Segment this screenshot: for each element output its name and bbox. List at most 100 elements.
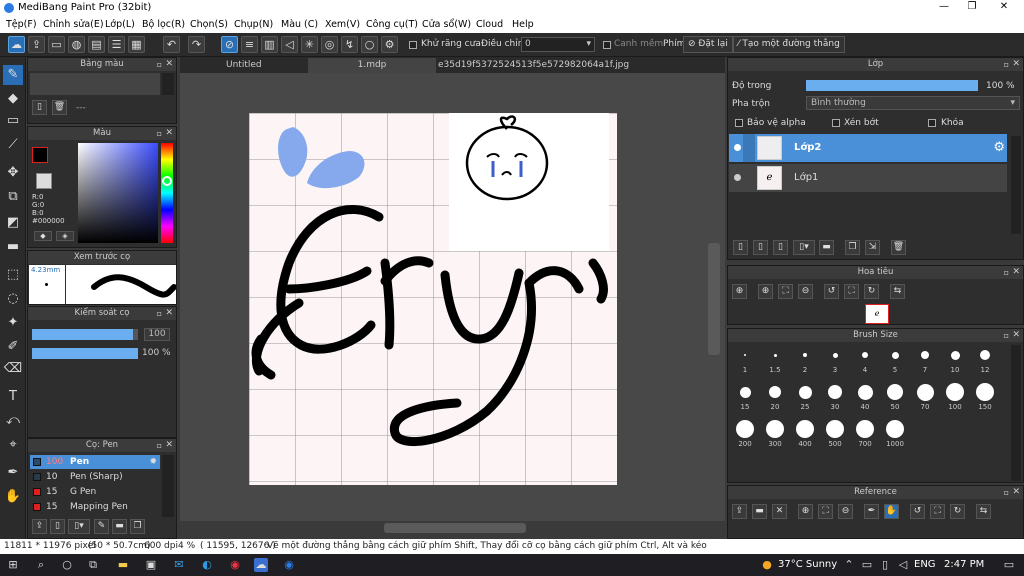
brush-opacity-slider[interactable] <box>32 348 138 359</box>
close-icon[interactable]: ✕ <box>1012 329 1020 342</box>
edge-icon[interactable]: ◐ <box>200 558 214 572</box>
layer-scrollbar[interactable] <box>1011 136 1021 234</box>
grid-snap-icon[interactable]: ▥ <box>261 36 278 53</box>
maximize-button[interactable]: ❐ <box>958 1 986 15</box>
blend-select[interactable]: Bình thường ▾ <box>806 96 1020 110</box>
new-palette-icon[interactable]: ▯ <box>32 100 47 115</box>
clock[interactable]: 2:47 PM <box>944 559 984 570</box>
menu-color[interactable]: Màu (C) <box>281 19 318 30</box>
eyedropper-tool-icon[interactable]: ⌖ <box>3 435 23 455</box>
brush-item-mapping-pen[interactable]: 15 Mapping Pen <box>30 500 160 514</box>
layer-menu-icon[interactable]: ▯▾ <box>793 240 815 255</box>
weather-text[interactable]: 37°C Sunny <box>778 559 837 570</box>
close-button[interactable]: ✕ <box>990 1 1018 15</box>
ref-hand-icon[interactable]: ✋ <box>884 504 899 519</box>
curve-snap-icon[interactable]: ↯ <box>341 36 358 53</box>
protect-alpha-checkbox[interactable] <box>735 119 743 127</box>
perspective-snap-icon[interactable]: ◁ <box>281 36 298 53</box>
delete-palette-icon[interactable]: 🗑 <box>52 100 67 115</box>
pen-tool-icon[interactable]: ✒ <box>3 463 23 483</box>
network-icon[interactable]: ▭ <box>860 558 874 572</box>
swap-color-icon[interactable]: ◆ <box>34 231 52 241</box>
ref-rotate-right-icon[interactable]: ↻ <box>950 504 965 519</box>
brush-item-g-pen[interactable]: 15 G Pen <box>30 485 160 499</box>
merge-layer-icon[interactable]: ⇲ <box>865 240 880 255</box>
eyedropper-small-icon[interactable]: ◈ <box>56 231 74 241</box>
copy-brush-icon[interactable]: ❐ <box>130 519 145 534</box>
visibility-icon[interactable] <box>734 144 741 151</box>
select-rect-icon[interactable]: ⬚ <box>3 265 23 285</box>
antialias-checkbox[interactable] <box>409 41 417 49</box>
vertical-scrollbar-thumb[interactable] <box>708 243 720 355</box>
select-eraser-icon[interactable]: ⌫ <box>3 359 23 379</box>
maximize-icon[interactable]: ▫ <box>157 58 162 71</box>
ref-zoom-in-icon[interactable]: ⊕ <box>798 504 813 519</box>
ref-reset-icon[interactable]: ⛶ <box>930 504 945 519</box>
brush-size-cell[interactable]: 500 <box>820 419 850 453</box>
new-brush-icon[interactable]: ▯ <box>50 519 65 534</box>
close-icon[interactable]: ✕ <box>165 439 173 452</box>
menu-cloud[interactable]: Cloud <box>476 19 503 30</box>
brush-size-cell[interactable]: 1.5 <box>760 345 790 379</box>
brush-size-cell[interactable]: 4 <box>850 345 880 379</box>
share-icon[interactable]: ⇪ <box>28 36 45 53</box>
brush-size-scrollbar[interactable] <box>1011 345 1021 481</box>
circle-snap-icon[interactable]: ◎ <box>321 36 338 53</box>
brush-size-cell[interactable]: 40 <box>850 382 880 416</box>
brush-size-cell[interactable]: 3 <box>820 345 850 379</box>
delete-layer-icon[interactable]: 🗑 <box>891 240 906 255</box>
menu-select[interactable]: Chọn(S) <box>190 19 228 30</box>
menu-help[interactable]: Help <box>512 19 534 30</box>
radial-snap-icon[interactable]: ✳ <box>301 36 318 53</box>
tray-chevron-icon[interactable]: ⌃ <box>842 558 856 572</box>
brush-item-pen-sharp[interactable]: 10 Pen (Sharp) <box>30 470 160 484</box>
task-view-icon[interactable]: ⧉ <box>86 558 100 572</box>
brush-size-cell[interactable]: 7 <box>910 345 940 379</box>
close-icon[interactable]: ✕ <box>1012 486 1020 499</box>
menu-view[interactable]: Xem(V) <box>325 19 360 30</box>
hue-slider[interactable] <box>161 143 173 243</box>
visibility-icon[interactable] <box>734 174 741 181</box>
maximize-icon[interactable]: ▫ <box>157 127 162 140</box>
brush-size-cell[interactable]: 15 <box>730 382 760 416</box>
new-halftone-layer-icon[interactable]: ▯ <box>753 240 768 255</box>
brush-item-pen[interactable]: 100 Pen ✹ <box>30 455 160 469</box>
color-picker-area[interactable] <box>78 143 158 243</box>
palette-scrollbar[interactable] <box>162 73 174 95</box>
brush-size-cell[interactable]: 70 <box>910 382 940 416</box>
zoom-out-icon[interactable]: ⊖ <box>798 284 813 299</box>
ref-zoom-out-icon[interactable]: ⊖ <box>838 504 853 519</box>
gradient-tool-icon[interactable]: ▬ <box>3 237 23 257</box>
gear-icon[interactable]: ✹ <box>149 455 157 469</box>
maximize-icon[interactable]: ▫ <box>1004 329 1009 342</box>
redo-icon[interactable]: ↷ <box>188 36 205 53</box>
close-icon[interactable]: ✕ <box>165 58 173 71</box>
brush-size-slider[interactable] <box>32 329 138 340</box>
mail-icon[interactable]: ✉ <box>172 558 186 572</box>
brush-size-cell[interactable]: 20 <box>760 382 790 416</box>
hue-handle[interactable] <box>162 176 172 186</box>
gear-icon[interactable]: ⚙ <box>993 140 1005 155</box>
menu-file[interactable]: Tệp(F) <box>6 19 37 30</box>
grid-icon[interactable]: ▦ <box>128 36 145 53</box>
notification-icon[interactable]: ▭ <box>1002 558 1016 572</box>
ref-rotate-left-icon[interactable]: ↺ <box>910 504 925 519</box>
tab-1-mdp[interactable]: 1.mdp <box>308 58 436 73</box>
line-tool-icon[interactable]: ⟋ <box>3 135 23 155</box>
file-explorer-icon[interactable]: ▬ <box>116 558 130 572</box>
zoom-in-icon[interactable]: ⊕ <box>732 284 747 299</box>
flip-icon[interactable]: ⇆ <box>890 284 905 299</box>
divide-tool-icon[interactable]: ⤺ <box>3 411 23 431</box>
snap-off-icon[interactable]: ⊘ <box>221 36 238 53</box>
battery-icon[interactable]: ▯ <box>878 558 892 572</box>
ref-close-icon[interactable]: ✕ <box>772 504 787 519</box>
windows-start-icon[interactable]: ⊞ <box>6 558 20 572</box>
ref-flip-icon[interactable]: ⇆ <box>976 504 991 519</box>
hand-tool-icon[interactable]: ✋ <box>3 487 23 507</box>
chat-icon[interactable]: ◍ <box>68 36 85 53</box>
list-icon[interactable]: ☰ <box>108 36 125 53</box>
maximize-icon[interactable]: ▫ <box>1004 486 1009 499</box>
medibang-app-icon[interactable]: ◉ <box>282 558 296 572</box>
medibang-taskbar-icon[interactable]: ☁ <box>254 558 268 572</box>
rotate-left-icon[interactable]: ↺ <box>824 284 839 299</box>
